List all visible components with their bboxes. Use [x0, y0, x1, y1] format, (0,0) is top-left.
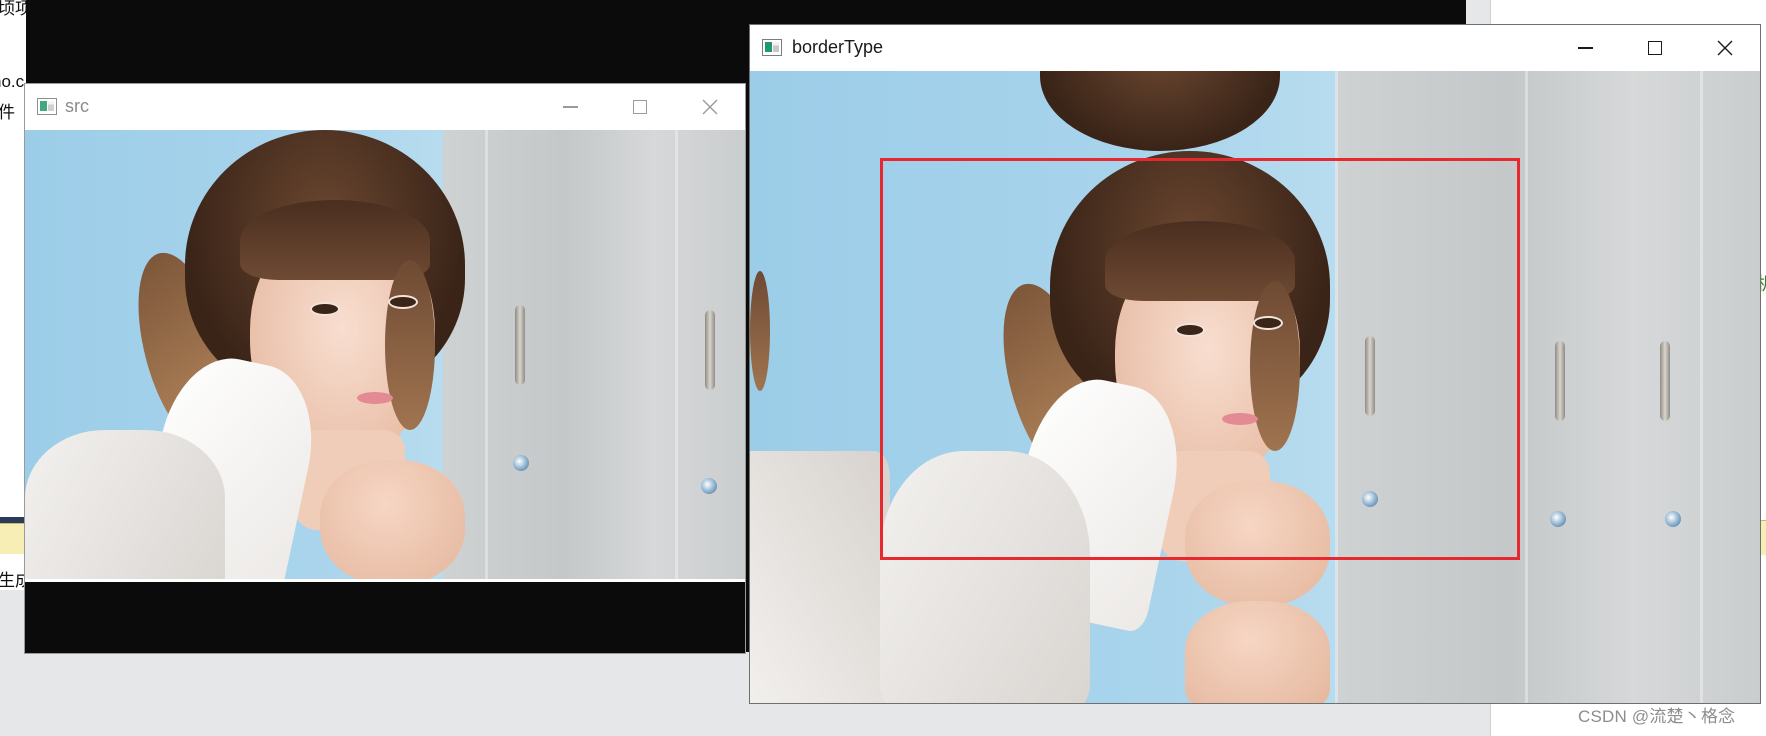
watermark: CSDN @流楚丶格念 — [1578, 707, 1736, 726]
bordertype-titlebar[interactable]: borderType — [750, 25, 1760, 71]
app-window-icon — [37, 98, 57, 115]
ide-text-fragment: 顷项 — [0, 0, 32, 18]
bordertype-maximize-button[interactable] — [1620, 25, 1690, 71]
photo-portrait — [25, 130, 745, 579]
src-titlebar[interactable]: src — [25, 84, 745, 130]
roi-rectangle — [880, 158, 1520, 560]
minimize-icon — [1577, 47, 1593, 49]
ide-text-fragment: no.c — [0, 72, 25, 91]
maximize-icon — [633, 100, 647, 114]
bordertype-minimize-button[interactable] — [1550, 25, 1620, 71]
close-icon — [1717, 40, 1733, 56]
ide-text-fragment: 件 — [0, 103, 15, 122]
src-black-area — [25, 582, 745, 653]
maximize-icon — [1648, 41, 1662, 55]
bordertype-image — [750, 71, 1760, 703]
bordertype-window[interactable]: borderType — [749, 24, 1761, 704]
minimize-icon — [562, 106, 578, 108]
src-window[interactable]: src — [24, 83, 746, 654]
src-maximize-button[interactable] — [605, 84, 675, 130]
app-window-icon — [762, 39, 782, 56]
ide-left-panel: 顷项 no.c 件 生成 — [0, 0, 32, 590]
bordertype-window-title: borderType — [792, 37, 884, 57]
close-icon — [702, 99, 718, 115]
src-minimize-button[interactable] — [535, 84, 605, 130]
src-image — [25, 130, 745, 579]
ide-yellow-band — [0, 523, 26, 554]
bordertype-close-button[interactable] — [1690, 25, 1760, 71]
src-window-title: src — [65, 96, 89, 116]
src-close-button[interactable] — [675, 84, 745, 130]
